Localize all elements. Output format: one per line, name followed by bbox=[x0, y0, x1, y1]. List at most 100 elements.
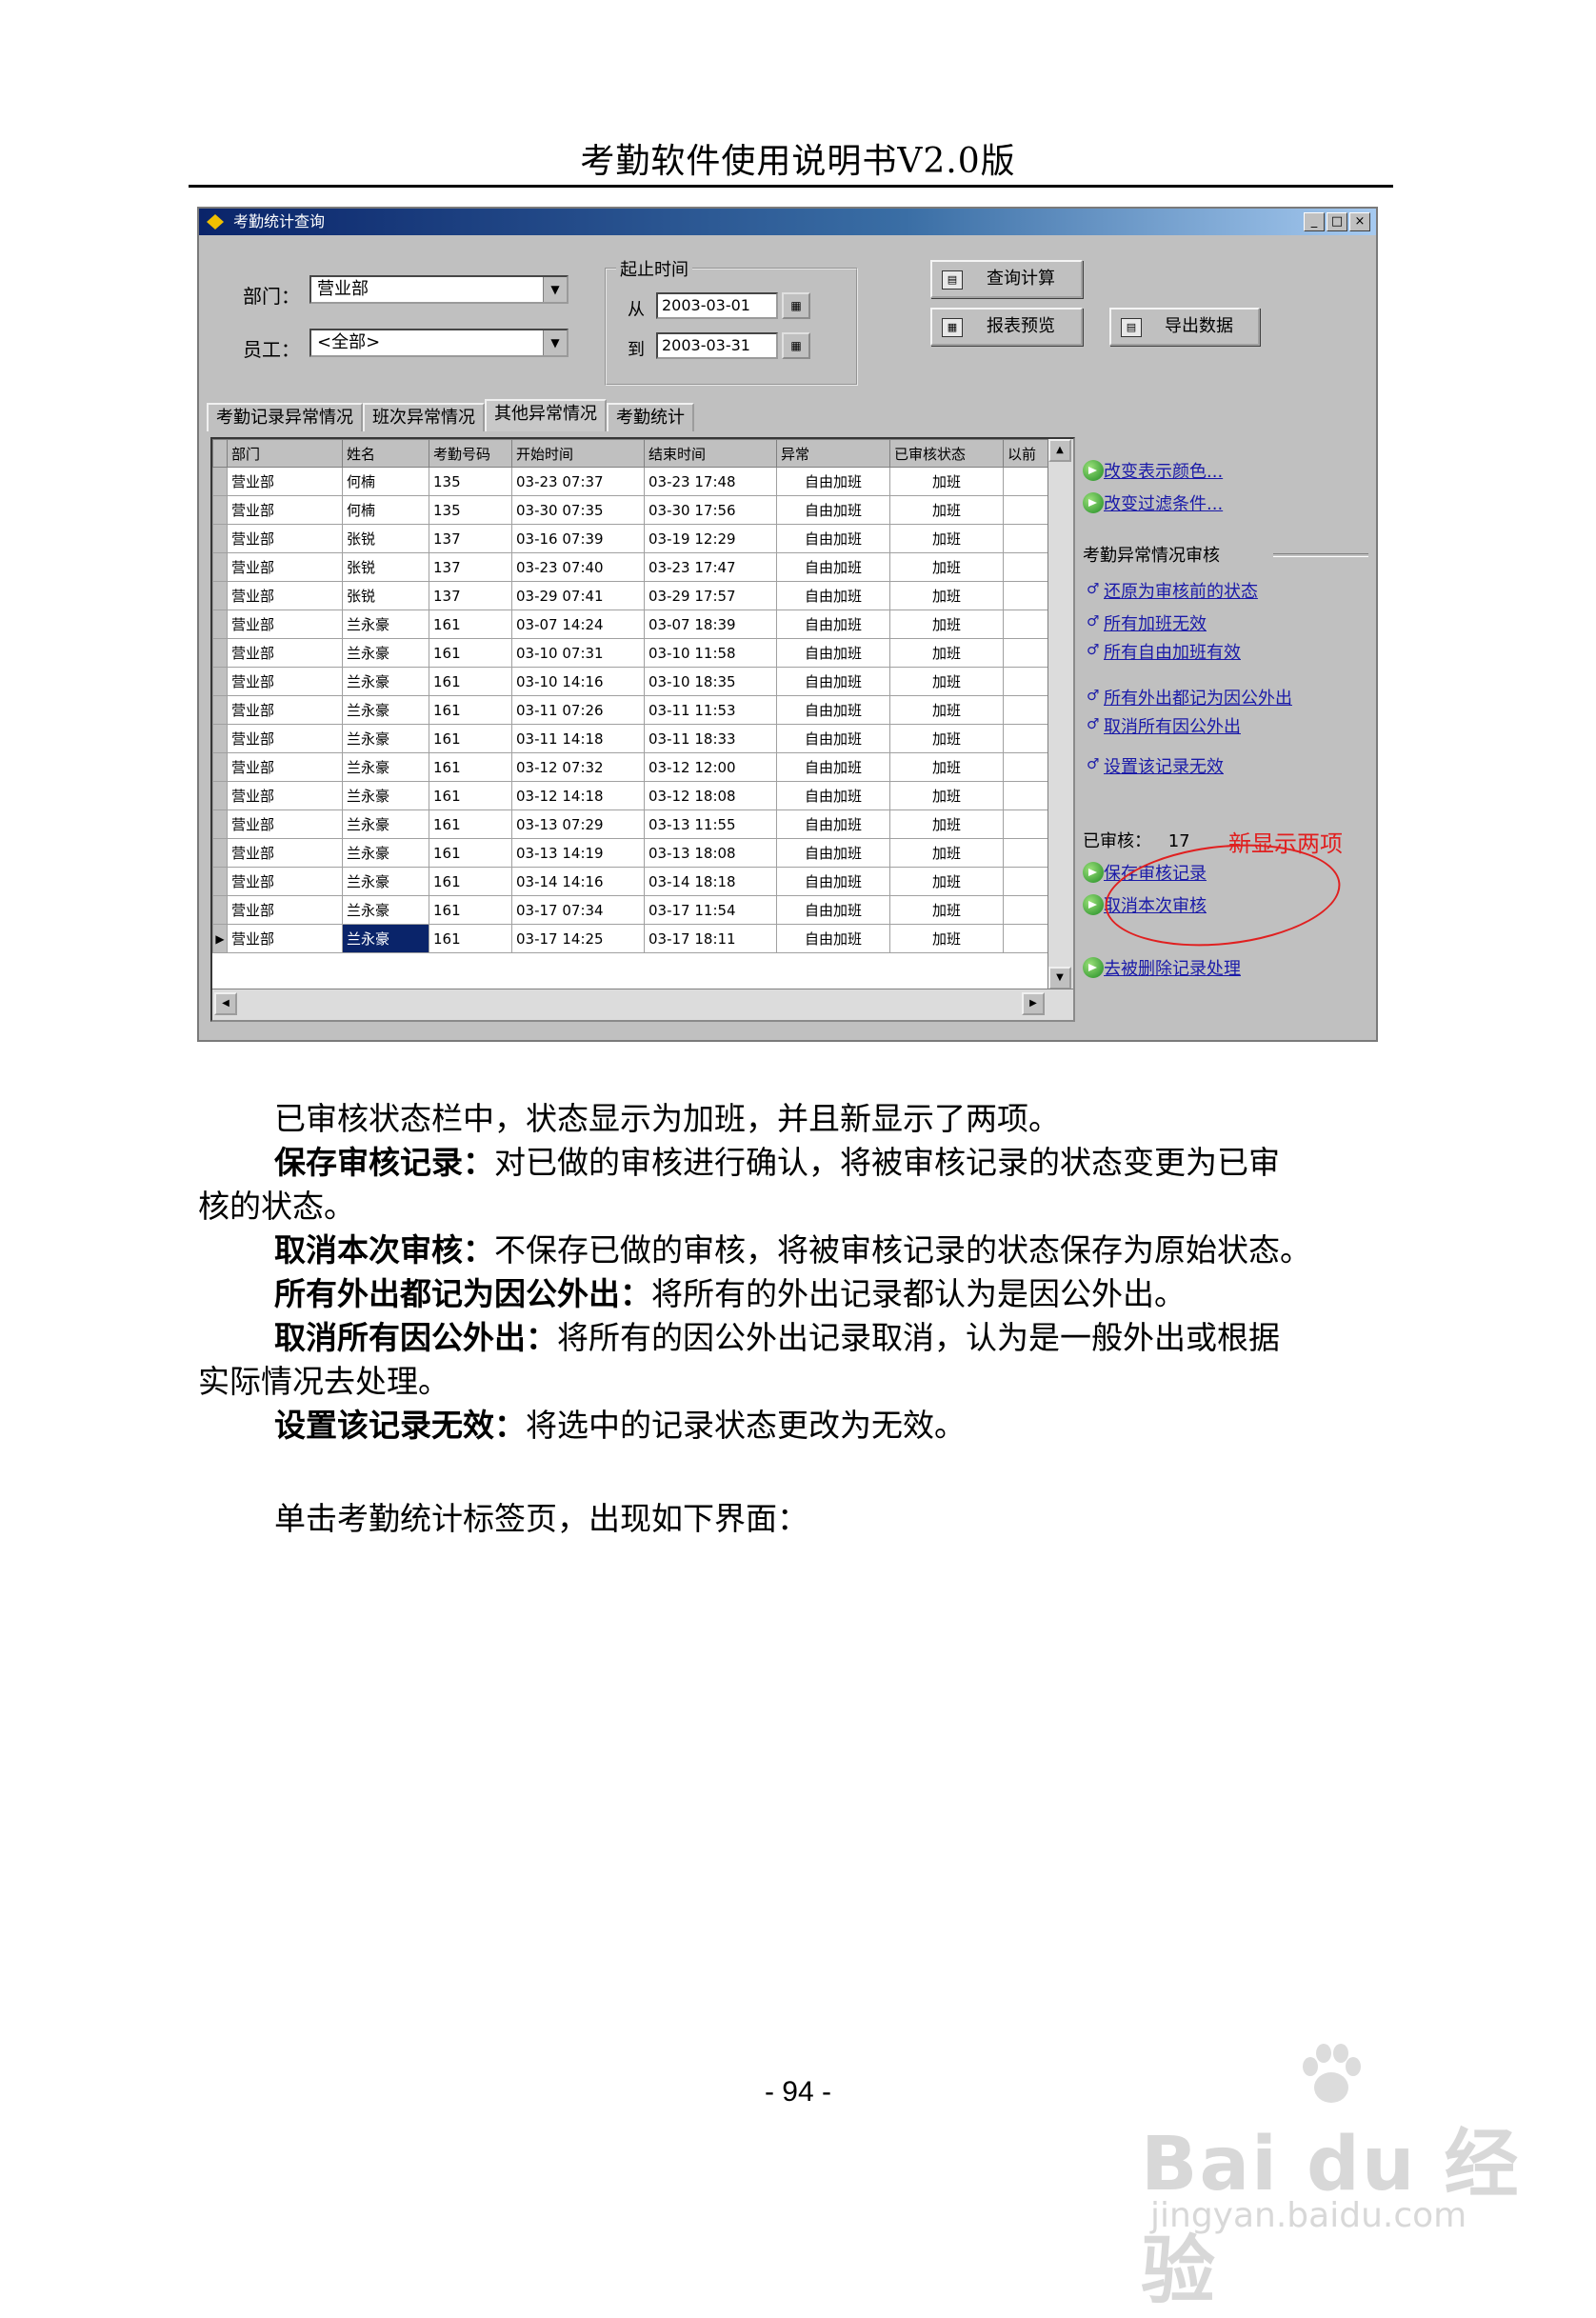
calendar-icon[interactable]: ▦ bbox=[782, 332, 810, 359]
table-cell[interactable]: 营业部 bbox=[227, 895, 343, 925]
table-cell[interactable]: 加班 bbox=[889, 467, 1004, 496]
row-indicator[interactable] bbox=[212, 724, 228, 753]
table-cell[interactable]: 自由加班 bbox=[776, 467, 890, 496]
table-cell[interactable]: 161 bbox=[429, 924, 512, 953]
free-overtime-valid-link[interactable]: 所有自由加班有效 bbox=[1104, 639, 1241, 664]
table-cell[interactable]: 营业部 bbox=[227, 524, 343, 553]
table-cell[interactable]: 营业部 bbox=[227, 695, 343, 725]
table-cell[interactable]: 加班 bbox=[889, 609, 1004, 639]
table-cell[interactable]: 03-30 07:35 bbox=[511, 495, 645, 525]
table-cell[interactable]: 自由加班 bbox=[776, 838, 890, 868]
scroll-left-icon[interactable]: ◀ bbox=[214, 992, 237, 1015]
col-header[interactable]: 结束时间 bbox=[644, 439, 777, 468]
table-cell[interactable]: 03-07 18:39 bbox=[644, 609, 777, 639]
scroll-down-icon[interactable]: ▼ bbox=[1048, 967, 1071, 989]
change-filter-link[interactable]: 改变过滤条件... bbox=[1104, 490, 1223, 515]
to-date-input[interactable]: 2003-03-31 bbox=[656, 332, 778, 359]
table-cell[interactable]: 03-10 18:35 bbox=[644, 667, 777, 696]
table-cell[interactable]: 自由加班 bbox=[776, 695, 890, 725]
row-indicator[interactable] bbox=[212, 667, 228, 696]
table-cell[interactable]: 137 bbox=[429, 524, 512, 553]
row-indicator[interactable] bbox=[212, 838, 228, 868]
overtime-invalid-link[interactable]: 所有加班无效 bbox=[1104, 610, 1207, 635]
tab-shift-exceptions[interactable]: 班次异常情况 bbox=[363, 403, 485, 431]
table-cell[interactable]: 03-13 07:29 bbox=[511, 809, 645, 839]
table-cell[interactable]: 03-14 18:18 bbox=[644, 867, 777, 896]
set-record-invalid-link[interactable]: 设置该记录无效 bbox=[1104, 753, 1224, 778]
table-cell[interactable]: 161 bbox=[429, 695, 512, 725]
table-cell[interactable]: 03-17 14:25 bbox=[511, 924, 645, 953]
table-cell[interactable]: 加班 bbox=[889, 581, 1004, 610]
calendar-icon[interactable]: ▦ bbox=[782, 292, 810, 319]
table-cell[interactable]: 自由加班 bbox=[776, 552, 890, 582]
table-cell[interactable] bbox=[1003, 524, 1050, 553]
table-cell[interactable]: 营业部 bbox=[227, 467, 343, 496]
cancel-business-outings-link[interactable]: 取消所有因公外出 bbox=[1104, 713, 1241, 738]
table-cell[interactable]: 营业部 bbox=[227, 638, 343, 668]
table-row[interactable]: 营业部 兰永豪 161 03-17 07:34 03-17 11:54 自由加班 加班 bbox=[212, 895, 1050, 925]
table-cell[interactable]: 兰永豪 bbox=[342, 609, 429, 639]
table-cell[interactable] bbox=[1003, 609, 1050, 639]
table-cell[interactable]: 03-13 18:08 bbox=[644, 838, 777, 868]
table-cell[interactable]: 营业部 bbox=[227, 581, 343, 610]
row-indicator[interactable] bbox=[212, 867, 228, 896]
exceptions-grid[interactable]: 部门 姓名 考勤号码 开始时间 结束时间 异常 已审核状态 以前 营业部 何楠 13… bbox=[210, 437, 1075, 1022]
table-row[interactable]: 营业部 兰永豪 161 03-12 14:18 03-12 18:08 自由加班 加班 bbox=[212, 781, 1050, 810]
table-row[interactable]: 营业部 兰永豪 161 03-14 14:16 03-14 18:18 自由加班 加班 bbox=[212, 867, 1050, 896]
table-cell[interactable]: 03-07 14:24 bbox=[511, 609, 645, 639]
table-cell[interactable]: 兰永豪 bbox=[342, 667, 429, 696]
table-cell[interactable]: 03-19 12:29 bbox=[644, 524, 777, 553]
table-cell[interactable]: 自由加班 bbox=[776, 581, 890, 610]
table-row[interactable]: 营业部 兰永豪 161 03-13 14:19 03-13 18:08 自由加班 加班 bbox=[212, 838, 1050, 868]
table-cell[interactable]: 03-17 18:11 bbox=[644, 924, 777, 953]
table-cell[interactable]: 加班 bbox=[889, 695, 1004, 725]
table-cell[interactable]: 161 bbox=[429, 838, 512, 868]
table-cell[interactable]: 161 bbox=[429, 609, 512, 639]
table-cell[interactable]: 加班 bbox=[889, 524, 1004, 553]
table-cell[interactable]: 161 bbox=[429, 809, 512, 839]
table-row[interactable]: 营业部 兰永豪 161 03-12 07:32 03-12 12:00 自由加班 加班 bbox=[212, 752, 1050, 782]
table-cell[interactable]: 营业部 bbox=[227, 609, 343, 639]
table-cell[interactable]: 03-11 14:18 bbox=[511, 724, 645, 753]
table-cell[interactable] bbox=[1003, 752, 1050, 782]
table-cell[interactable]: 161 bbox=[429, 895, 512, 925]
table-cell[interactable]: 加班 bbox=[889, 638, 1004, 668]
export-button[interactable]: ▤ 导出数据 bbox=[1109, 308, 1260, 346]
table-cell[interactable]: 03-23 07:40 bbox=[511, 552, 645, 582]
row-indicator[interactable] bbox=[212, 552, 228, 582]
tab-other-exceptions[interactable]: 其他异常情况 bbox=[485, 399, 607, 431]
col-header[interactable]: 开始时间 bbox=[511, 439, 645, 468]
table-cell[interactable]: 03-12 18:08 bbox=[644, 781, 777, 810]
table-cell[interactable]: 营业部 bbox=[227, 867, 343, 896]
table-cell[interactable]: 兰永豪 bbox=[342, 724, 429, 753]
table-cell[interactable]: 营业部 bbox=[227, 552, 343, 582]
close-button[interactable]: × bbox=[1349, 212, 1370, 231]
col-header[interactable]: 姓名 bbox=[342, 439, 429, 468]
table-cell[interactable] bbox=[1003, 895, 1050, 925]
table-cell[interactable] bbox=[1003, 667, 1050, 696]
table-cell[interactable]: 03-10 07:31 bbox=[511, 638, 645, 668]
table-cell[interactable] bbox=[1003, 838, 1050, 868]
table-cell[interactable]: 自由加班 bbox=[776, 781, 890, 810]
table-cell[interactable]: 161 bbox=[429, 781, 512, 810]
table-cell[interactable]: 何楠 bbox=[342, 467, 429, 496]
table-row[interactable]: 营业部 兰永豪 161 03-10 14:16 03-10 18:35 自由加班 加班 bbox=[212, 667, 1050, 696]
table-cell[interactable]: 自由加班 bbox=[776, 867, 890, 896]
all-outings-business-link[interactable]: 所有外出都记为因公外出 bbox=[1104, 685, 1292, 709]
table-cell[interactable]: 营业部 bbox=[227, 838, 343, 868]
row-indicator[interactable] bbox=[212, 581, 228, 610]
row-indicator[interactable] bbox=[212, 467, 228, 496]
table-cell[interactable]: 自由加班 bbox=[776, 752, 890, 782]
table-cell[interactable]: 兰永豪 bbox=[342, 895, 429, 925]
table-cell[interactable]: 兰永豪 bbox=[342, 867, 429, 896]
table-cell[interactable]: 03-14 14:16 bbox=[511, 867, 645, 896]
table-cell[interactable]: 161 bbox=[429, 867, 512, 896]
table-cell[interactable] bbox=[1003, 867, 1050, 896]
table-cell[interactable]: 营业部 bbox=[227, 667, 343, 696]
col-header[interactable]: 考勤号码 bbox=[429, 439, 512, 468]
table-cell[interactable]: 加班 bbox=[889, 724, 1004, 753]
table-cell[interactable]: 161 bbox=[429, 724, 512, 753]
table-cell[interactable]: 加班 bbox=[889, 781, 1004, 810]
table-cell[interactable]: 兰永豪 bbox=[342, 752, 429, 782]
table-row[interactable]: 营业部 兰永豪 161 03-11 07:26 03-11 11:53 自由加班 加班 bbox=[212, 695, 1050, 725]
